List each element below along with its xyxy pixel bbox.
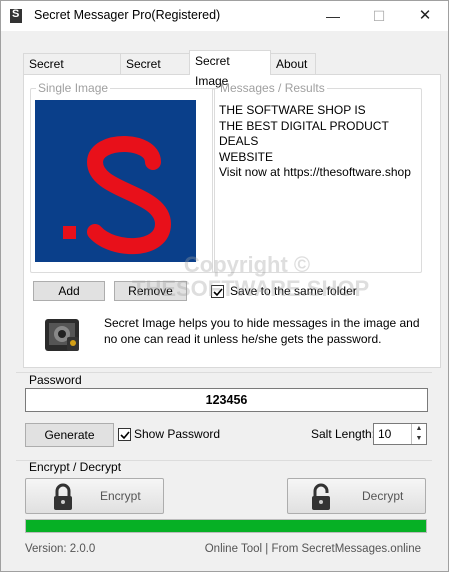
- logo-s-icon: [63, 136, 172, 255]
- app-window: Secret Messager Pro(Registered) — ☐ ✕ Se…: [0, 0, 449, 572]
- decrypt-button[interactable]: Decrypt: [287, 478, 426, 514]
- image-preview[interactable]: [35, 100, 196, 262]
- minimize-button[interactable]: —: [310, 1, 356, 31]
- tab-secret-image[interactable]: Secret Image: [189, 50, 271, 88]
- salt-length-label: Salt Length:: [311, 427, 376, 441]
- generate-button[interactable]: Generate: [25, 423, 114, 447]
- decrypt-label: Decrypt: [362, 489, 404, 503]
- salt-up-icon[interactable]: ▲: [411, 424, 426, 434]
- encrypt-button[interactable]: Encrypt: [25, 478, 164, 514]
- salt-length-stepper[interactable]: 10 ▲ ▼: [373, 423, 427, 445]
- info-text: Secret Image helps you to hide messages …: [104, 316, 420, 346]
- tab-secret-files[interactable]: Secret Files: [120, 53, 190, 91]
- password-field[interactable]: 123456: [25, 388, 428, 412]
- show-password-checkbox[interactable]: [118, 428, 131, 441]
- unlock-icon: [312, 483, 330, 510]
- lock-icon: [54, 483, 72, 510]
- title-bar: Secret Messager Pro(Registered) — ☐ ✕: [1, 1, 448, 31]
- add-button[interactable]: Add: [33, 281, 105, 301]
- tab-secret-messages[interactable]: Secret Messages: [23, 53, 121, 91]
- watermark-line2: THESOFTWARE.SHOP: [132, 276, 370, 301]
- salt-down-icon[interactable]: ▼: [411, 434, 426, 444]
- show-password-label: Show Password: [134, 427, 221, 441]
- progress-bar: [25, 519, 427, 533]
- window-title: Secret Messager Pro(Registered): [34, 8, 221, 22]
- watermark-line1: Copyright ©: [183, 252, 311, 277]
- password-label: Password: [29, 373, 82, 387]
- encrypt-decrypt-label: Encrypt / Decrypt: [29, 460, 122, 474]
- close-button[interactable]: ✕: [402, 1, 448, 31]
- camera-icon: [43, 315, 83, 355]
- results-legend: Messages / Results: [220, 81, 325, 95]
- maximize-button[interactable]: ☐: [356, 1, 402, 31]
- watermark: Copyright © THESOFTWARE.SHOP: [132, 252, 370, 301]
- online-tool-link[interactable]: Online Tool | From SecretMessages.online: [205, 543, 421, 555]
- tab-about[interactable]: About: [270, 53, 316, 74]
- app-icon: [10, 8, 22, 23]
- secret-image-panel: Single Image Messages / Results THE SOFT…: [23, 74, 441, 368]
- results-text[interactable]: THE SOFTWARE SHOP IS THE BEST DIGITAL PR…: [219, 103, 417, 181]
- version-label: Version: 2.0.0: [25, 543, 96, 555]
- single-image-legend: Single Image: [38, 81, 109, 95]
- encrypt-label: Encrypt: [100, 489, 141, 503]
- salt-length-value: 10: [378, 427, 392, 441]
